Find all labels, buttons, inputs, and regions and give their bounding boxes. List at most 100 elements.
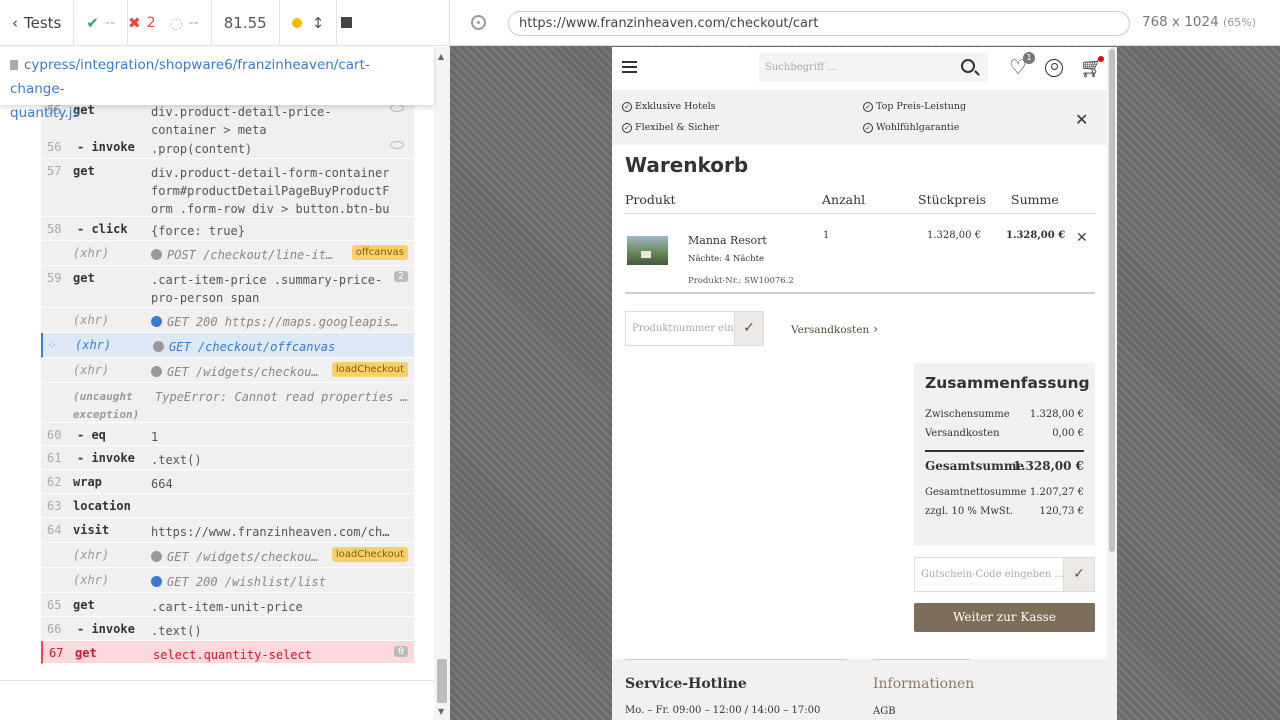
command-name: (xhr) bbox=[73, 573, 110, 587]
footer-info-title[interactable]: Informationen bbox=[873, 676, 974, 692]
element-count-badge: 2 bbox=[393, 271, 408, 282]
command-row[interactable]: (xhr) POST /checkout/line-ite… offcanvas bbox=[41, 241, 414, 266]
spec-path[interactable]: cypress/integration/shopware6/franzinhea… bbox=[0, 47, 434, 121]
product-number-input[interactable]: Produktnummer eingeben bbox=[625, 311, 735, 346]
scroll-down-icon[interactable]: ▼ bbox=[438, 707, 444, 716]
tests-button[interactable]: ‹ Tests bbox=[0, 0, 75, 46]
command-number: 67 bbox=[49, 646, 64, 660]
product-image[interactable] bbox=[627, 236, 668, 265]
command-row[interactable]: 58 - click {force: true} bbox=[41, 217, 414, 241]
footer-hotline-title: Service-Hotline bbox=[625, 676, 747, 692]
command-row[interactable]: (uncaught exception) TypeError: Cannot r… bbox=[41, 383, 414, 423]
command-row[interactable]: 64 visit https://www.franzinheaven.com/c… bbox=[41, 518, 414, 543]
voucher-input[interactable]: Gutschein-Code eingeben ... bbox=[914, 557, 1064, 592]
product-name[interactable]: Manna Resort bbox=[688, 234, 767, 247]
checkout-button[interactable]: Weiter zur Kasse bbox=[914, 603, 1095, 632]
summary-vat: zzgl. 10 % MwSt. 120,73 € bbox=[925, 506, 1084, 517]
command-row[interactable]: 63 location bbox=[41, 494, 414, 518]
checkmark-icon: ✓ bbox=[743, 320, 755, 336]
command-row[interactable]: 59 get .cart-item-price .summary-price-p… bbox=[41, 266, 414, 308]
pending-stat: ◌ -- bbox=[168, 0, 212, 46]
scrollbar-thumb[interactable] bbox=[1109, 49, 1115, 552]
usp-item: ✓ Exklusive Hotels bbox=[622, 101, 716, 112]
remove-item-icon[interactable]: ✕ bbox=[1076, 230, 1088, 246]
command-message: div.product-detail-price-container > met… bbox=[151, 105, 332, 137]
search-input[interactable]: Suchbegriff ... bbox=[759, 53, 988, 82]
reporter-header: ‹ Tests ✔ -- ✖ 2 ◌ -- 81.55 ↕ bbox=[0, 0, 450, 46]
nights-value: 4 Nächte bbox=[724, 254, 765, 264]
viewport-size: 768 x 1024 bbox=[1142, 14, 1219, 30]
command-row-failed[interactable]: 67 get select.quantity-select 0 bbox=[41, 641, 414, 664]
tests-label: Tests bbox=[24, 13, 62, 32]
xhr-status-dot-icon bbox=[151, 249, 162, 260]
command-number: 65 bbox=[47, 598, 62, 612]
scrollbar-thumb[interactable] bbox=[437, 659, 447, 703]
cypress-reporter: ‹ Tests ✔ -- ✖ 2 ◌ -- 81.55 ↕ 55 get div… bbox=[0, 0, 450, 720]
file-icon bbox=[10, 60, 18, 70]
command-row[interactable]: (xhr) GET /widgets/checkou… loadCheckout bbox=[41, 543, 414, 568]
cart-indicator-dot bbox=[1098, 56, 1104, 62]
command-row[interactable]: 56 - invoke .prop(content) bbox=[41, 135, 414, 159]
alias-tag: loadCheckout bbox=[331, 547, 408, 562]
command-row[interactable]: 62 wrap 664 bbox=[41, 470, 414, 494]
command-message: .cart-item-price .summary-price-pro-pers… bbox=[151, 273, 383, 305]
footer-agb-link[interactable]: AGB bbox=[873, 706, 896, 717]
reporter-footer bbox=[0, 680, 434, 720]
shipping-value: 0,00 € bbox=[1052, 428, 1084, 439]
command-row[interactable]: 66 - invoke .text() bbox=[41, 617, 414, 641]
command-name: - click bbox=[77, 222, 128, 236]
total-label: Gesamtsumme bbox=[925, 459, 1025, 473]
shipping-costs-link[interactable]: Versandkosten › bbox=[791, 322, 878, 336]
usp-label: Wohlfühlgarantie bbox=[876, 122, 960, 133]
command-row[interactable]: 61 - invoke .text() bbox=[41, 446, 414, 470]
command-row[interactable]: 57 get div.product-detail-form-container… bbox=[41, 159, 414, 234]
stop-button[interactable] bbox=[337, 0, 364, 46]
subtotal-value: 1.328,00 € bbox=[1029, 409, 1084, 420]
command-number: 63 bbox=[47, 499, 62, 513]
command-row[interactable]: 60 - eq 1 bbox=[41, 423, 414, 446]
check-icon: ✔ bbox=[86, 13, 99, 32]
pending-circle-icon: ◌ bbox=[169, 13, 183, 32]
command-name: (uncaught exception) bbox=[73, 390, 140, 421]
check-circle-icon: ✓ bbox=[863, 101, 873, 112]
command-name: - invoke bbox=[77, 140, 135, 154]
command-number: 64 bbox=[47, 523, 62, 537]
usp-item: ✓ Top Preis-Leistung bbox=[863, 101, 966, 112]
net-value: 1.207,27 € bbox=[1029, 487, 1084, 498]
viewport-scale: (65%) bbox=[1223, 16, 1257, 29]
command-message-text: GET 200 /wishlist/list bbox=[167, 575, 326, 589]
usp-bar: ✓ Exklusive Hotels ✓ Top Preis-Leistung ✓ F… bbox=[612, 90, 1107, 145]
command-row[interactable]: (xhr) GET /widgets/checkou… loadCheckout bbox=[41, 358, 414, 383]
apply-voucher-button[interactable]: ✓ bbox=[1063, 557, 1095, 592]
cart-line-item: Manna Resort Nächte: 4 Nächte Produkt-Nr… bbox=[625, 215, 1095, 294]
command-name: (xhr) bbox=[73, 313, 110, 327]
hamburger-menu-icon[interactable] bbox=[622, 61, 637, 73]
command-name: - invoke bbox=[77, 622, 135, 636]
xhr-status-dot-icon bbox=[151, 316, 162, 327]
scroll-up-icon[interactable]: ▲ bbox=[438, 52, 444, 61]
command-message-text: POST /checkout/line-ite… bbox=[167, 248, 336, 262]
command-row[interactable]: (xhr) GET 200 https://maps.googleapis… bbox=[41, 308, 414, 333]
summary-divider bbox=[925, 450, 1084, 452]
add-product-button[interactable]: ✓ bbox=[734, 311, 764, 346]
eye-hidden-icon bbox=[390, 104, 404, 112]
close-icon[interactable]: ✕ bbox=[1075, 110, 1088, 129]
passed-count: -- bbox=[104, 14, 116, 31]
command-message: GET /widgets/checkou… bbox=[151, 363, 321, 381]
selector-playground-crosshair-icon[interactable] bbox=[471, 15, 486, 30]
usp-item: ✓ Flexibel & Sicher bbox=[622, 122, 719, 133]
account-user-icon[interactable] bbox=[1045, 59, 1063, 77]
iframe-scrollbar[interactable] bbox=[1107, 47, 1117, 720]
usp-label: Flexibel & Sicher bbox=[635, 122, 720, 133]
url-bar[interactable]: https://www.franzinheaven.com/checkout/c… bbox=[508, 11, 1130, 36]
command-name: get bbox=[73, 271, 95, 285]
auto-scroll-icon[interactable]: ↕ bbox=[312, 14, 325, 32]
command-row[interactable]: ⁘ (xhr) GET /checkout/offcanvas bbox=[41, 333, 414, 358]
check-circle-icon: ✓ bbox=[622, 122, 632, 133]
search-icon[interactable] bbox=[961, 59, 975, 73]
command-row[interactable]: 65 get .cart-item-unit-price bbox=[41, 593, 414, 617]
reporter-scrollbar[interactable]: ▲ ▼ bbox=[434, 47, 450, 720]
command-row[interactable]: (xhr) GET 200 /wishlist/list bbox=[41, 568, 414, 593]
viewport-info[interactable]: 768 x 1024 (65%) bbox=[1142, 14, 1256, 30]
command-name: (xhr) bbox=[75, 338, 112, 352]
